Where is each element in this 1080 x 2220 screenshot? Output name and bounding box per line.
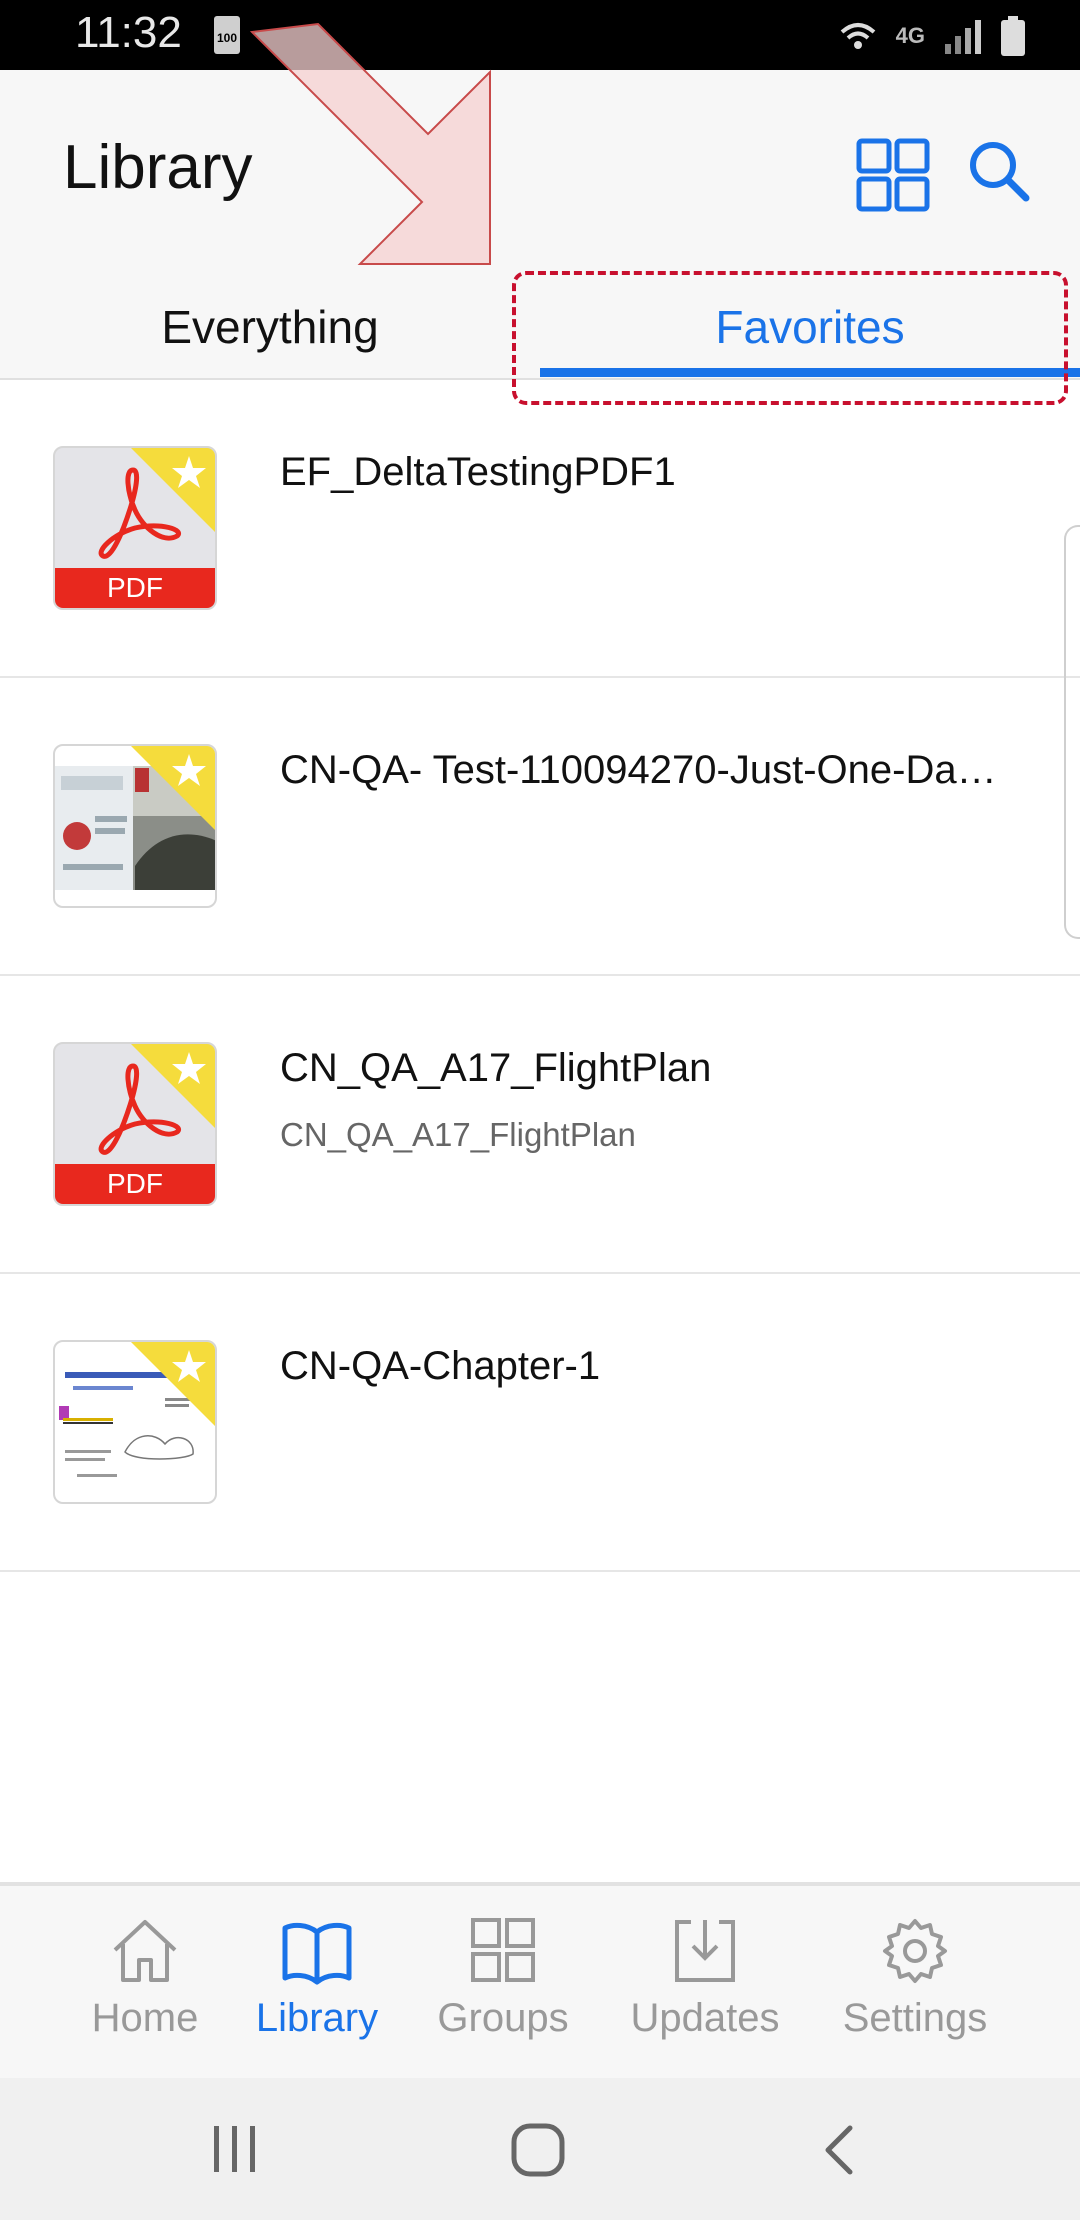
nav-settings[interactable]: Settings — [822, 1886, 1008, 2082]
network-type: 4G — [895, 23, 925, 48]
list-item[interactable]: PDF CN_QA_A17_FlightPlan CN_QA_A17_Fligh… — [0, 976, 1080, 1274]
annotation-arrow — [250, 22, 491, 265]
groups-icon — [471, 1918, 535, 1982]
bottom-navigation: Home Library Groups Updates Settings — [0, 1882, 1080, 2082]
item-title: CN-QA-Chapter-1 — [280, 1344, 601, 1388]
nav-label: Updates — [630, 1996, 780, 2040]
favorite-star-icon — [131, 1342, 215, 1426]
nav-label: Groups — [437, 1996, 569, 2040]
nav-label: Library — [255, 1996, 379, 2040]
list-item[interactable]: CN-QA- Test-110094270-Just-One-Da… — [0, 678, 1080, 976]
nav-library[interactable]: Library — [232, 1886, 402, 2082]
photo-thumbnail — [53, 744, 217, 908]
grid-view-icon[interactable] — [856, 138, 930, 212]
favorites-list: PDF EF_DeltaTestingPDF1 CN-QA- Test-1100… — [0, 380, 1080, 1572]
battery-saver-icon: 100 — [214, 16, 240, 54]
item-subtitle: CN_QA_A17_FlightPlan — [280, 1116, 636, 1153]
favorite-star-icon — [131, 1044, 215, 1128]
recent-apps-icon[interactable] — [210, 2122, 260, 2176]
pdf-label: PDF — [55, 568, 215, 608]
system-navigation-bar — [0, 2078, 1080, 2220]
document-thumbnail — [53, 1340, 217, 1504]
home-button-icon[interactable] — [510, 2122, 566, 2178]
favorite-star-icon — [131, 448, 215, 532]
home-icon — [113, 1920, 177, 1982]
status-bar: 11:32 100 4G — [0, 0, 1080, 70]
nav-label: Settings — [842, 1996, 988, 2040]
download-icon — [675, 1920, 735, 1982]
nav-updates[interactable]: Updates — [614, 1886, 796, 2082]
nav-label: Home — [91, 1996, 199, 2040]
signal-icon — [945, 20, 981, 54]
search-icon[interactable] — [966, 138, 1032, 204]
item-title: CN_QA_A17_FlightPlan — [280, 1046, 712, 1090]
book-icon — [282, 1922, 352, 1985]
list-item[interactable]: PDF EF_DeltaTestingPDF1 — [0, 380, 1080, 678]
battery-icon — [1001, 16, 1025, 56]
back-icon[interactable] — [820, 2122, 860, 2178]
favorite-star-icon — [131, 746, 215, 830]
status-time: 11:32 — [75, 8, 182, 57]
item-title: EF_DeltaTestingPDF1 — [280, 450, 676, 494]
tab-everything[interactable]: Everything — [0, 270, 540, 370]
pdf-thumbnail: PDF — [53, 1042, 217, 1206]
pdf-thumbnail: PDF — [53, 446, 217, 610]
wifi-icon — [840, 23, 875, 49]
pdf-label: PDF — [55, 1164, 215, 1204]
list-item[interactable]: CN-QA-Chapter-1 — [0, 1274, 1080, 1572]
scrollbar-handle[interactable] — [1064, 525, 1080, 939]
nav-groups[interactable]: Groups — [418, 1886, 588, 2082]
gear-icon — [883, 1919, 947, 1983]
nav-home[interactable]: Home — [60, 1886, 230, 2082]
item-title: CN-QA- Test-110094270-Just-One-Da… — [280, 748, 997, 792]
page-title: Library — [63, 133, 253, 202]
